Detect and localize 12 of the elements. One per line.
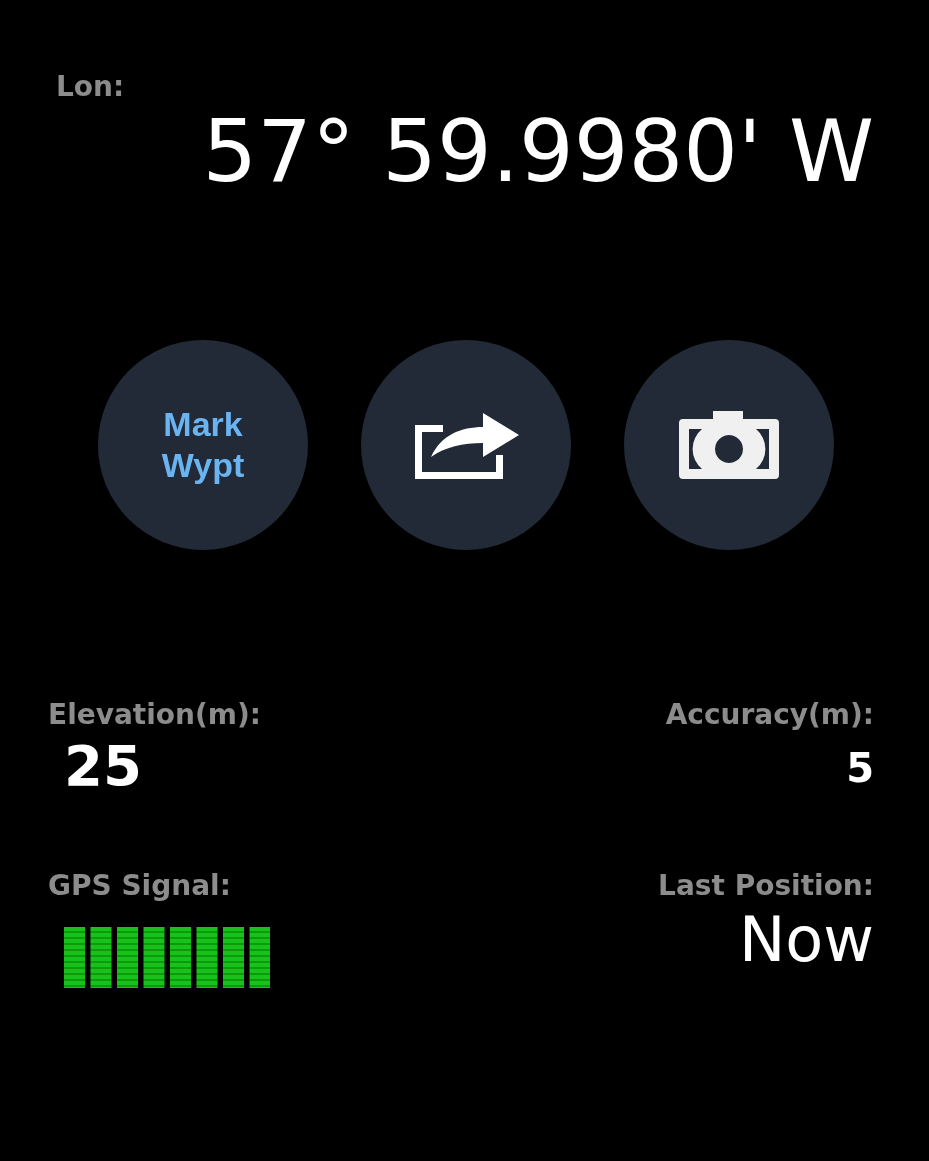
stat-label: GPS Signal: [48,868,231,903]
longitude-value: 57° 59.9980' W [202,103,874,199]
stat-label: Accuracy(m): [665,698,874,732]
camera-icon [679,411,779,480]
signal-bars-icon [64,926,270,989]
stat-value: Now [738,902,874,977]
stat-value: 25 [64,731,142,799]
stat-value: 5 [846,743,874,792]
stat-label: Last Position: [658,868,874,903]
longitude-label: Lon: [56,70,125,104]
stat-label: Elevation(m): [48,698,261,732]
mark-waypoint-button[interactable]: Mark Wypt [98,340,308,551]
